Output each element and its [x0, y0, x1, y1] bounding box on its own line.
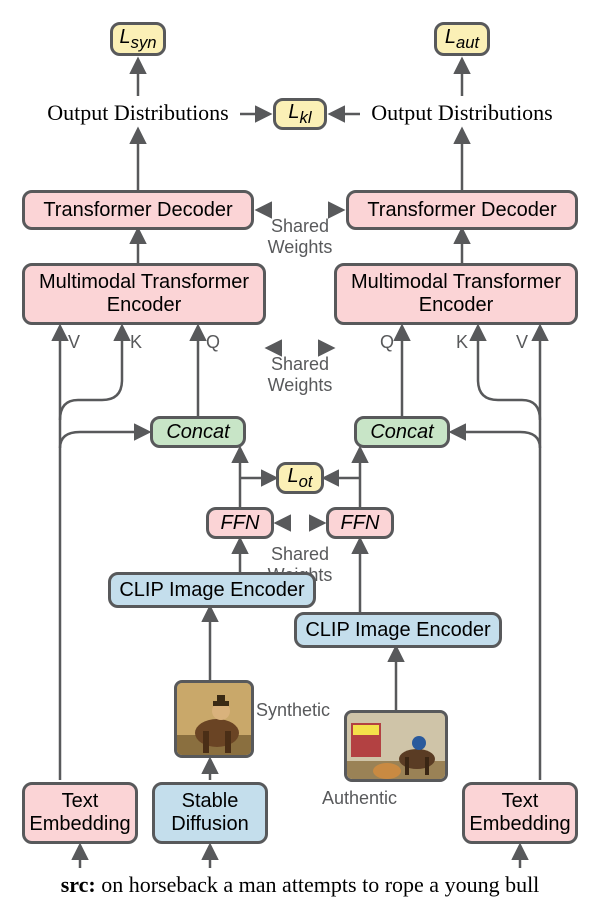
authentic-image	[344, 710, 448, 782]
q-right: Q	[380, 332, 394, 353]
stable-diffusion: Stable Diffusion	[152, 782, 268, 844]
clip-right: CLIP Image Encoder	[294, 612, 502, 648]
ffn-left: FFN	[206, 507, 274, 539]
text-embedding-left: Text Embedding	[22, 782, 138, 844]
arrow-layer	[0, 0, 600, 912]
decoder-left: Transformer Decoder	[22, 190, 254, 230]
encoder-left: Multimodal Transformer Encoder	[22, 263, 266, 325]
encoder-right: Multimodal Transformer Encoder	[334, 263, 578, 325]
ffn-right: FFN	[326, 507, 394, 539]
decoder-right: Transformer Decoder	[346, 190, 578, 230]
shared-weights-encoder: Shared Weights	[240, 354, 360, 396]
output-dist-right: Output Distributions	[362, 100, 562, 126]
shared-weights-decoder: Shared Weights	[240, 216, 360, 258]
clip-left: CLIP Image Encoder	[108, 572, 316, 608]
loss-ot: Lot	[276, 462, 324, 494]
src-caption: src: on horseback a man attempts to rope…	[20, 872, 580, 898]
output-dist-left: Output Distributions	[38, 100, 238, 126]
loss-kl: Lkl	[273, 98, 327, 130]
v-right: V	[516, 332, 528, 353]
synthetic-label: Synthetic	[256, 700, 330, 721]
v-left: V	[68, 332, 80, 353]
loss-aut-label: Laut	[445, 26, 479, 52]
concat-right: Concat	[354, 416, 450, 448]
src-text: on horseback a man attempts to rope a yo…	[96, 872, 540, 897]
authentic-label: Authentic	[322, 788, 397, 809]
src-prefix: src:	[61, 872, 96, 897]
q-left: Q	[206, 332, 220, 353]
synthetic-image	[174, 680, 254, 758]
loss-kl-label: Lkl	[288, 101, 311, 127]
loss-syn: Lsyn	[110, 22, 166, 56]
loss-ot-label: Lot	[287, 465, 312, 491]
loss-syn-label: Lsyn	[119, 26, 156, 52]
k-left: K	[130, 332, 142, 353]
text-embedding-right: Text Embedding	[462, 782, 578, 844]
k-right: K	[456, 332, 468, 353]
concat-left: Concat	[150, 416, 246, 448]
loss-aut: Laut	[434, 22, 490, 56]
